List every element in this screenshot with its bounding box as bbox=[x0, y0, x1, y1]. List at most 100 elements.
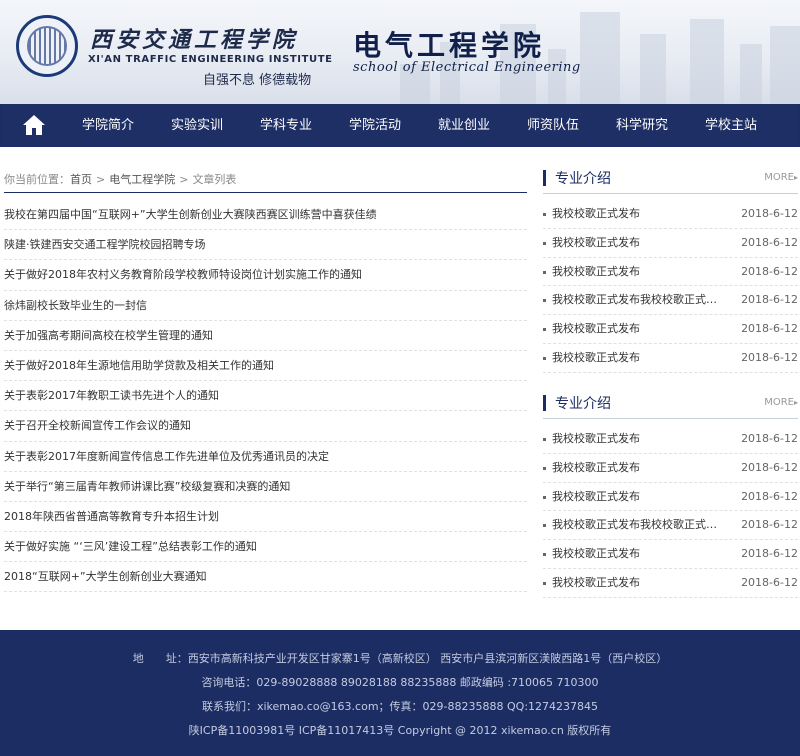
site-header: 西安交通工程学院 XI'AN TRAFFIC ENGINEERING INSTI… bbox=[0, 0, 800, 104]
sidebar-accent-bar bbox=[543, 395, 546, 411]
breadcrumb-divider bbox=[4, 192, 527, 193]
sidebar-box-major-intro: 专业介绍 MORE▸ 我校校歌正式发布 2018-6-12 我校校歌正式发布 201… bbox=[543, 164, 798, 373]
article-link[interactable]: 关于加强高考期间高校在校学生管理的通知 bbox=[4, 321, 527, 351]
nav-item-career[interactable]: 就业创业 bbox=[436, 104, 492, 147]
sidebar-news-title: 我校校歌正式发布我校校歌正式发布 bbox=[552, 293, 722, 307]
more-label: MORE bbox=[764, 397, 794, 408]
skyline-decoration bbox=[770, 26, 800, 104]
sidebar-news-title: 我校校歌正式发布 bbox=[552, 264, 640, 278]
sidebar-news-date: 2018-6-12 bbox=[741, 489, 798, 503]
sidebar-news-item[interactable]: 我校校歌正式发布 2018-6-12 bbox=[543, 229, 798, 258]
sidebar-news-item[interactable]: 我校校歌正式发布 2018-6-12 bbox=[543, 200, 798, 229]
skyline-decoration bbox=[640, 34, 666, 104]
sidebar-news-title: 我校校歌正式发布 bbox=[552, 460, 640, 474]
article-link[interactable]: 关于表彰2017年度新闻宣传信息工作先进单位及优秀通讯员的决定 bbox=[4, 442, 527, 472]
main-nav: 学院简介 实验实训 学科专业 学院活动 就业创业 师资队伍 科学研究 学校主站 bbox=[0, 104, 800, 147]
sidebar-news-title: 我校校歌正式发布 bbox=[552, 489, 640, 503]
sidebar-news-item[interactable]: 我校校歌正式发布 2018-6-12 bbox=[543, 315, 798, 344]
sidebar-news-item[interactable]: 我校校歌正式发布我校校歌正式发布 2018-6-12 bbox=[543, 286, 798, 316]
footer-copyright: 陕ICP备11003981号 ICP备11017413号 Copyright @… bbox=[188, 724, 612, 737]
article-link[interactable]: 关于表彰2017年教职工读书先进个人的通知 bbox=[4, 381, 527, 412]
breadcrumb-separator: > bbox=[96, 173, 106, 186]
sidebar-news-date: 2018-6-12 bbox=[741, 293, 798, 307]
sidebar-news-item[interactable]: 我校校歌正式发布 2018-6-12 bbox=[543, 569, 798, 598]
article-link[interactable]: 关于做好2018年生源地信用助学贷款及相关工作的通知 bbox=[4, 351, 527, 382]
sidebar-news-title: 我校校歌正式发布 bbox=[552, 350, 640, 364]
skyline-decoration bbox=[580, 12, 620, 104]
sidebar-news-date: 2018-6-12 bbox=[741, 547, 798, 561]
sidebar-news-title: 我校校歌正式发布 bbox=[552, 575, 640, 589]
article-link[interactable]: 2018年陕西省普通高等教育专升本招生计划 bbox=[4, 502, 527, 533]
nav-item-majors[interactable]: 学科专业 bbox=[258, 104, 314, 147]
sidebar-news-title: 我校校歌正式发布 bbox=[552, 322, 640, 336]
sidebar-news-item[interactable]: 我校校歌正式发布 2018-6-12 bbox=[543, 454, 798, 483]
breadcrumb-prefix: 你当前位置： bbox=[4, 173, 70, 186]
sidebar-news-date: 2018-6-12 bbox=[741, 575, 798, 589]
sidebar-news-title: 我校校歌正式发布我校校歌正式发布 bbox=[552, 518, 722, 532]
nav-item-research[interactable]: 科学研究 bbox=[614, 104, 670, 147]
article-link[interactable]: 徐炜副校长致毕业生的一封信 bbox=[4, 291, 527, 321]
home-icon bbox=[23, 115, 45, 135]
bullet-icon bbox=[543, 524, 546, 528]
sidebar-box-title: 专业介绍 bbox=[555, 396, 611, 412]
sidebar-news-title: 我校校歌正式发布 bbox=[552, 547, 640, 561]
sidebar-box-major-intro: 专业介绍 MORE▸ 我校校歌正式发布 2018-6-12 我校校歌正式发布 201… bbox=[543, 389, 798, 598]
school-name-cn: 西安交通工程学院 bbox=[90, 27, 299, 53]
nav-item-activities[interactable]: 学院活动 bbox=[347, 104, 403, 147]
article-list: 我校在第四届中国“互联网+”大学生创新创业大赛陕西赛区训练营中喜获佳绩 陕建·铁… bbox=[4, 200, 527, 593]
article-link[interactable]: 2018“互联网+”大学生创新创业大赛通知 bbox=[4, 562, 527, 593]
college-name-cn: 电气工程学院 bbox=[353, 29, 546, 62]
article-link[interactable]: 关于做好实施 “‘三风’建设工程”总结表彰工作的通知 bbox=[4, 532, 527, 563]
college-name-en: school of Electrical Engineering bbox=[353, 60, 581, 75]
more-link[interactable]: MORE▸ bbox=[764, 397, 798, 408]
article-link[interactable]: 关于做好2018年农村义务教育阶段学校教师特设岗位计划实施工作的通知 bbox=[4, 260, 527, 291]
breadcrumb-college-link[interactable]: 电气工程学院 bbox=[109, 173, 175, 186]
article-link[interactable]: 关于召开全校新闻宣传工作会议的通知 bbox=[4, 411, 527, 442]
sidebar-news-item[interactable]: 我校校歌正式发布 2018-6-12 bbox=[543, 344, 798, 373]
sidebar-news-item[interactable]: 我校校歌正式发布 2018-6-12 bbox=[543, 540, 798, 569]
sidebar-news-item[interactable]: 我校校歌正式发布 2018-6-12 bbox=[543, 425, 798, 454]
sidebar-accent-bar bbox=[543, 170, 546, 186]
breadcrumb-home-link[interactable]: 首页 bbox=[70, 173, 92, 186]
bullet-icon bbox=[543, 438, 546, 441]
nav-item-about[interactable]: 学院简介 bbox=[80, 104, 136, 147]
more-label: MORE bbox=[764, 172, 794, 183]
nav-item-faculty[interactable]: 师资队伍 bbox=[525, 104, 581, 147]
skyline-decoration bbox=[548, 49, 566, 104]
bullet-icon bbox=[543, 356, 546, 360]
sidebar-news-date: 2018-6-12 bbox=[741, 235, 798, 249]
article-link[interactable]: 我校在第四届中国“互联网+”大学生创新创业大赛陕西赛区训练营中喜获佳绩 bbox=[4, 200, 527, 231]
bullet-icon bbox=[543, 241, 546, 245]
footer-address: 地 址：西安市高新科技产业开发区甘家寨1号（高新校区） 西安市户县滨河新区渼陂西… bbox=[132, 652, 668, 665]
site-footer: 地 址：西安市高新科技产业开发区甘家寨1号（高新校区） 西安市户县滨河新区渼陂西… bbox=[0, 630, 800, 756]
sidebar-news-item[interactable]: 我校校歌正式发布我校校歌正式发布 2018-6-12 bbox=[543, 511, 798, 541]
breadcrumb: 你当前位置：首页 > 电气工程学院 > 文章列表 bbox=[4, 171, 236, 187]
sidebar-news-date: 2018-6-12 bbox=[741, 432, 798, 445]
nav-item-labs[interactable]: 实验实训 bbox=[169, 104, 225, 147]
breadcrumb-current: 文章列表 bbox=[192, 173, 237, 186]
school-logo[interactable] bbox=[16, 15, 78, 77]
school-name-en: XI'AN TRAFFIC ENGINEERING INSTITUTE bbox=[88, 54, 333, 65]
home-button[interactable] bbox=[14, 112, 54, 140]
bullet-icon bbox=[543, 581, 546, 585]
sidebar-news-item[interactable]: 我校校歌正式发布 2018-6-12 bbox=[543, 258, 798, 287]
breadcrumb-separator: > bbox=[179, 173, 189, 186]
skyline-decoration bbox=[740, 44, 762, 104]
sidebar-news-item[interactable]: 我校校歌正式发布 2018-6-12 bbox=[543, 483, 798, 512]
sidebar-news-title: 我校校歌正式发布 bbox=[552, 207, 640, 220]
more-link[interactable]: MORE▸ bbox=[764, 172, 798, 183]
article-link[interactable]: 陕建·铁建西安交通工程学院校园招聘专场 bbox=[4, 230, 527, 261]
bullet-icon bbox=[543, 466, 546, 470]
chevron-right-icon: ▸ bbox=[793, 398, 798, 407]
school-motto: 自强不息 修德载物 bbox=[203, 73, 312, 88]
sidebar-news-date: 2018-6-12 bbox=[741, 207, 798, 220]
nav-item-main-site[interactable]: 学校主站 bbox=[703, 104, 759, 147]
sidebar-news-date: 2018-6-12 bbox=[741, 460, 798, 474]
sidebar-news-title: 我校校歌正式发布 bbox=[552, 235, 640, 249]
chevron-right-icon: ▸ bbox=[793, 173, 798, 182]
sidebar-news-date: 2018-6-12 bbox=[741, 350, 798, 364]
article-link[interactable]: 关于举行“第三届青年教师讲课比赛”校级复赛和决赛的通知 bbox=[4, 472, 527, 502]
bullet-icon bbox=[543, 270, 546, 274]
footer-contact: 联系我们：xikemao.co@163.com；传真：029-88235888 … bbox=[201, 700, 599, 713]
sidebar-news-title: 我校校歌正式发布 bbox=[552, 432, 640, 445]
